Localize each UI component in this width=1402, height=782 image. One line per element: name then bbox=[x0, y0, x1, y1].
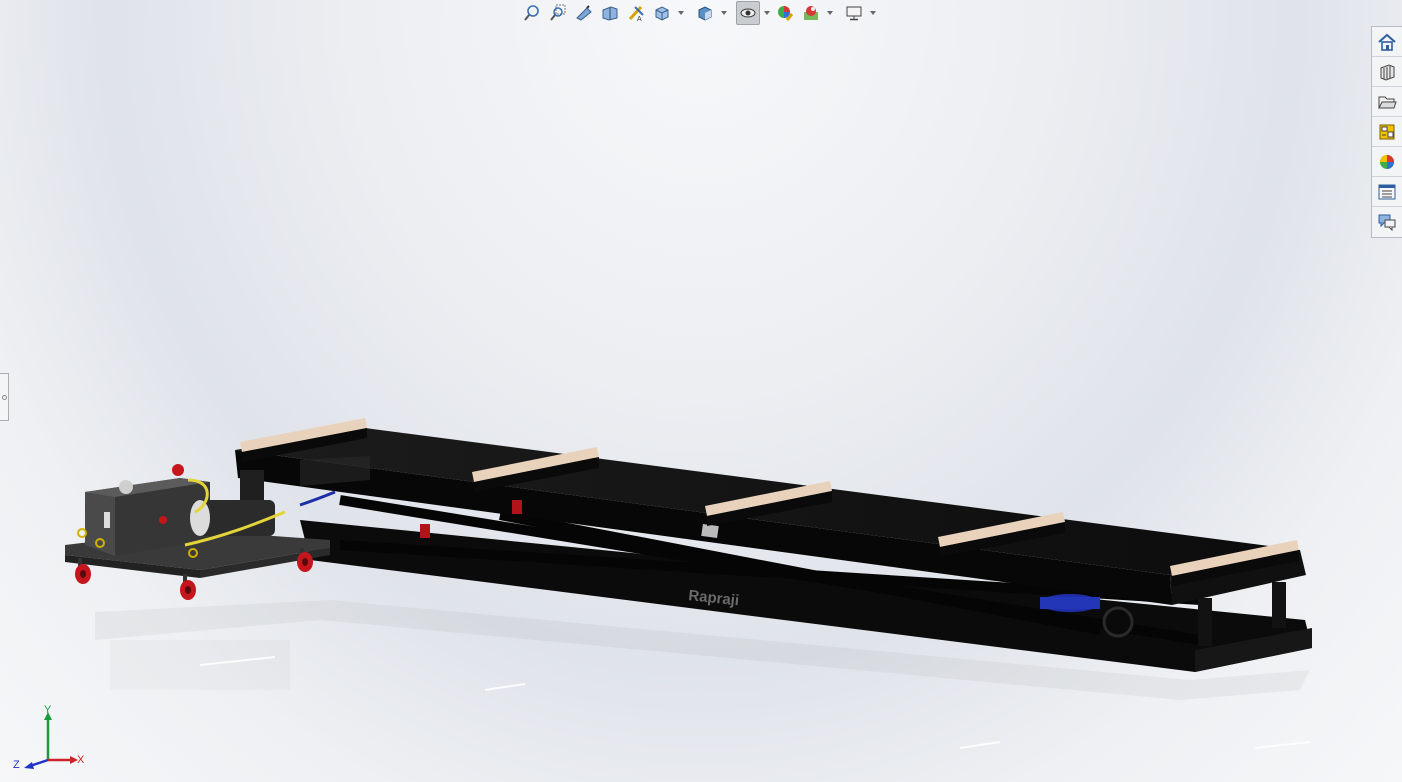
dynamic-annotation-views-button[interactable]: A bbox=[624, 1, 648, 25]
apply-scene-dropdown[interactable] bbox=[825, 1, 834, 25]
custom-properties-icon bbox=[1378, 184, 1396, 199]
view-settings-button[interactable] bbox=[842, 1, 866, 25]
view-orientation-icon bbox=[655, 6, 669, 21]
triad-z-label: Z bbox=[13, 759, 20, 771]
section-view-button[interactable] bbox=[598, 1, 622, 25]
hide-show-items-icon bbox=[740, 8, 756, 18]
hide-show-items-button[interactable] bbox=[736, 1, 760, 25]
zoom-to-fit-icon bbox=[524, 5, 539, 21]
edit-appearance-button[interactable] bbox=[773, 1, 797, 25]
view-orientation-button[interactable] bbox=[650, 1, 674, 25]
feature-manager-collapse-handle[interactable] bbox=[0, 373, 9, 421]
tab-solidworks-forum[interactable] bbox=[1372, 207, 1402, 237]
solidworks-forum-icon bbox=[1378, 214, 1396, 232]
display-style-button[interactable] bbox=[693, 1, 717, 25]
view-palette-icon bbox=[1379, 124, 1395, 139]
previous-view-button[interactable] bbox=[572, 1, 596, 25]
edit-appearance-icon bbox=[778, 6, 794, 21]
triad-x-label: X bbox=[77, 754, 85, 766]
svg-text:A: A bbox=[637, 16, 642, 22]
tab-solidworks-resources[interactable] bbox=[1372, 27, 1402, 57]
collapse-handle-dot-icon bbox=[1, 394, 7, 400]
heads-up-view-toolbar: A bbox=[520, 0, 877, 26]
apply-scene-button[interactable] bbox=[799, 1, 823, 25]
view-orientation-dropdown[interactable] bbox=[676, 1, 685, 25]
floor-streaks bbox=[199, 656, 1311, 749]
zoom-to-area-icon bbox=[550, 4, 566, 21]
previous-view-icon bbox=[576, 5, 592, 21]
display-style-icon bbox=[698, 6, 712, 21]
view-settings-icon bbox=[846, 6, 862, 21]
hide-show-items-dropdown[interactable] bbox=[762, 1, 771, 25]
zoom-to-fit-button[interactable] bbox=[520, 1, 544, 25]
tab-design-library[interactable] bbox=[1372, 57, 1402, 87]
tab-view-palette[interactable] bbox=[1372, 117, 1402, 147]
section-view-icon bbox=[602, 6, 618, 21]
tab-custom-properties[interactable] bbox=[1372, 177, 1402, 207]
apply-scene-icon bbox=[804, 6, 818, 20]
view-settings-dropdown[interactable] bbox=[868, 1, 877, 25]
design-library-icon bbox=[1380, 63, 1395, 81]
zoom-to-area-button[interactable] bbox=[546, 1, 570, 25]
model-render: Rapraji bbox=[65, 418, 1312, 749]
task-pane-tabs bbox=[1371, 26, 1402, 238]
tab-file-explorer[interactable] bbox=[1372, 87, 1402, 117]
dynamic-annotation-views-icon: A bbox=[628, 5, 644, 22]
triad-y-label: Y bbox=[44, 704, 52, 716]
reference-triad: Y X Z bbox=[8, 704, 88, 774]
tab-appearances-scenes-decals[interactable] bbox=[1372, 147, 1402, 177]
display-style-dropdown[interactable] bbox=[719, 1, 728, 25]
file-explorer-icon bbox=[1378, 96, 1397, 108]
appearances-scenes-decals-icon bbox=[1380, 154, 1394, 169]
graphics-viewport[interactable]: Rapraji bbox=[0, 0, 1402, 782]
solidworks-resources-icon bbox=[1378, 33, 1396, 51]
